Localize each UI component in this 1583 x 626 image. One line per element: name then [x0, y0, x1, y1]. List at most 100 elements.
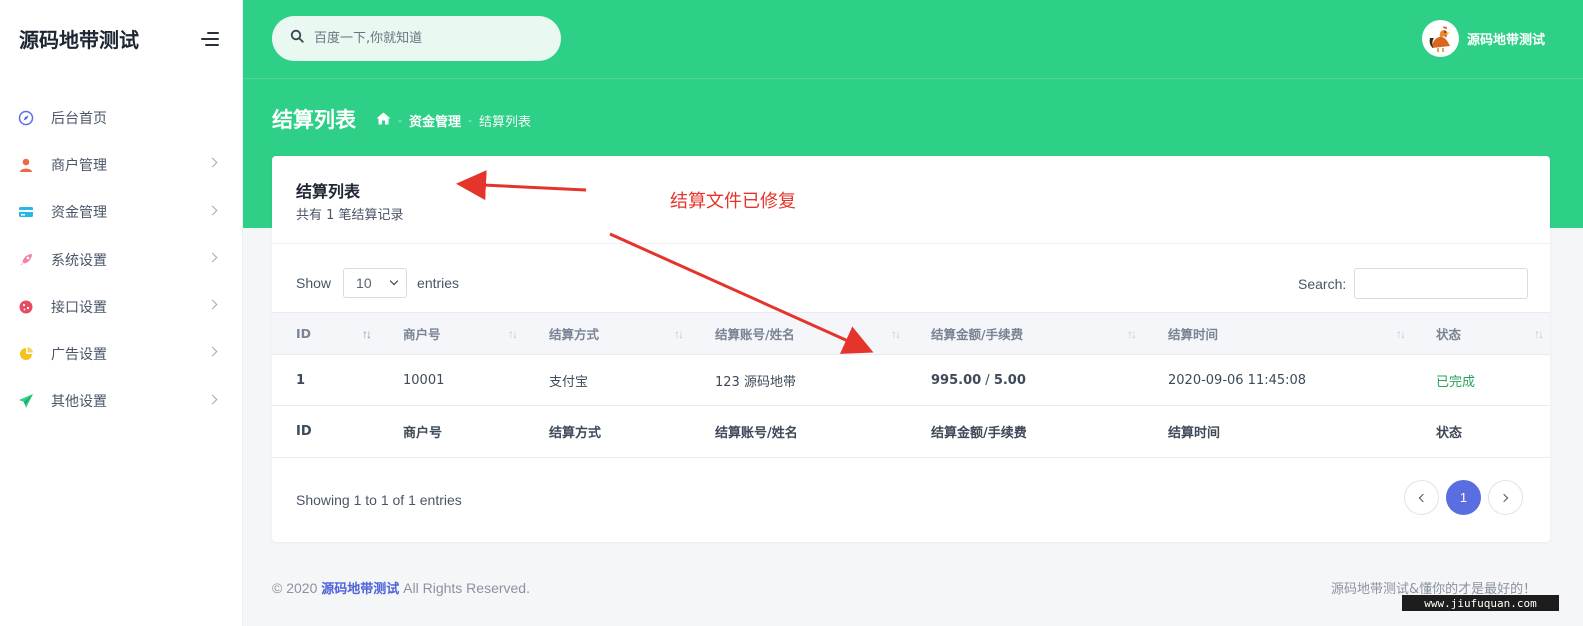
annotation-text: 结算文件已修复 — [670, 191, 796, 212]
menu-icon[interactable] — [199, 31, 219, 47]
page-button-1[interactable]: 1 — [1446, 480, 1481, 515]
cell-amount-fee: 995.00 / 5.00 — [931, 355, 1026, 405]
chevron-right-icon — [207, 157, 218, 168]
column-footer-method: 结算方式 — [549, 426, 602, 441]
record-count: 共有 1 笔结算记录 — [296, 208, 404, 223]
sort-icon[interactable]: ↑↓ — [362, 327, 372, 341]
sidebar-item-ad-settings[interactable]: 广告设置 — [0, 330, 243, 377]
page-title: 结算列表 — [272, 108, 356, 132]
breadcrumb: - 资金管理 - 结算列表 — [376, 111, 531, 130]
sort-icon[interactable]: ↑↓ — [674, 327, 684, 341]
home-icon[interactable] — [376, 112, 391, 129]
chevron-right-icon — [207, 394, 218, 405]
sidebar-item-api-settings[interactable]: 接口设置 — [0, 283, 243, 330]
breadcrumb-separator: - — [468, 114, 472, 127]
card-header: 结算列表 共有 1 笔结算记录 — [272, 156, 1550, 244]
sidebar-item-merchants[interactable]: 商户管理 — [0, 141, 243, 188]
amount-separator: / — [981, 372, 994, 388]
settlement-table: ID ↑↓ 商户号 ↑↓ 结算方式 ↑↓ 结算账号/姓名 ↑↓ 结算金额/手续费… — [272, 312, 1550, 458]
column-header-merchant[interactable]: 商户号 — [403, 313, 441, 354]
chevron-right-icon — [207, 347, 218, 357]
sidebar-item-label: 后台首页 — [51, 110, 107, 127]
avatar[interactable] — [1422, 20, 1459, 57]
column-footer-time: 结算时间 — [1168, 426, 1221, 441]
entries-label: entries — [417, 275, 460, 291]
user-menu[interactable]: 源码地带测试 — [1422, 20, 1545, 57]
cell-account: 123 源码地带 — [715, 374, 796, 390]
prev-page-button[interactable] — [1404, 480, 1439, 515]
footer-copyright: © 2020 源码地带测试 All Rights Reserved. — [272, 578, 530, 597]
search-input[interactable] — [314, 31, 534, 46]
sort-icon[interactable]: ↑↓ — [1534, 327, 1544, 341]
page-length-control: Show 10 entries — [296, 268, 459, 298]
page-length-select[interactable]: 10 — [343, 268, 408, 298]
sidebar-item-label: 其他设置 — [51, 394, 107, 411]
copyright-suffix: All Rights Reserved. — [403, 580, 530, 596]
column-header-id[interactable]: ID — [296, 313, 311, 354]
rocket-icon — [18, 252, 34, 268]
fee-value: 5.00 — [993, 372, 1026, 388]
table-search: Search: — [1298, 268, 1529, 299]
column-footer-merchant: 商户号 — [403, 426, 443, 441]
column-header-status[interactable]: 状态 — [1436, 313, 1461, 354]
sort-icon[interactable]: ↑↓ — [1127, 327, 1137, 341]
compass-icon — [18, 110, 34, 126]
sidebar-item-label: 接口设置 — [51, 299, 107, 316]
table-search-input[interactable] — [1354, 268, 1529, 299]
column-header-method[interactable]: 结算方式 — [549, 313, 599, 354]
cell-merchant: 10001 — [403, 372, 445, 388]
table-header-row: ID ↑↓ 商户号 ↑↓ 结算方式 ↑↓ 结算账号/姓名 ↑↓ 结算金额/手续费… — [272, 312, 1550, 355]
sidebar-nav: 后台首页 商户管理 资金管理 系统设置 接口设置 广告设置 其他设置 — [0, 94, 243, 425]
footer-brand-link[interactable]: 源码地带测试 — [321, 582, 399, 597]
breadcrumb-current: 结算列表 — [478, 115, 531, 130]
search-icon — [290, 29, 304, 48]
cell-time: 2020-09-06 11:45:08 — [1168, 372, 1307, 388]
cell-id: 1 — [296, 372, 306, 388]
sidebar-item-funds[interactable]: 资金管理 — [0, 189, 243, 236]
table-footer-row: ID 商户号 结算方式 结算账号/姓名 结算金额/手续费 结算时间 状态 — [272, 406, 1550, 458]
cookie-icon — [18, 299, 34, 315]
copyright-prefix: © 2020 — [272, 580, 318, 596]
pie-icon — [18, 346, 34, 362]
breadcrumb-separator: - — [398, 114, 402, 127]
watermark: www.jiufuquan.com — [1402, 595, 1559, 611]
brand-logo[interactable]: 源码地带测试 — [19, 24, 139, 53]
column-footer-status: 状态 — [1436, 426, 1463, 441]
sort-icon[interactable]: ↑↓ — [891, 327, 901, 341]
search-label: Search: — [1298, 275, 1347, 292]
status-badge: 已完成 — [1436, 374, 1476, 390]
next-page-button[interactable] — [1488, 480, 1523, 515]
send-icon — [18, 393, 34, 409]
sort-icon[interactable]: ↑↓ — [1396, 327, 1406, 341]
column-header-time[interactable]: 结算时间 — [1168, 313, 1218, 354]
column-header-account[interactable]: 结算账号/姓名 — [715, 313, 795, 354]
card-icon — [18, 204, 34, 220]
user-icon — [18, 157, 34, 173]
chevron-right-icon — [207, 299, 218, 310]
sidebar: 源码地带测试 后台首页 商户管理 资金管理 系统设置 接口设置 广告设置 其他设… — [0, 0, 243, 626]
sidebar-item-other-settings[interactable]: 其他设置 — [0, 378, 243, 425]
chevron-right-icon — [207, 252, 218, 263]
sidebar-item-system-settings[interactable]: 系统设置 — [0, 236, 243, 283]
chevron-down-icon — [389, 276, 399, 286]
page-length-value: 10 — [356, 275, 372, 291]
breadcrumb-link-funds[interactable]: 资金管理 — [409, 111, 461, 130]
header-divider — [243, 78, 1583, 79]
amount-value: 995.00 — [931, 372, 982, 388]
sidebar-item-label: 商户管理 — [51, 157, 107, 174]
sidebar-item-dashboard[interactable]: 后台首页 — [0, 94, 243, 141]
column-footer-amount: 结算金额/手续费 — [931, 426, 1027, 441]
column-footer-id: ID — [296, 424, 312, 439]
user-name[interactable]: 源码地带测试 — [1467, 29, 1545, 48]
table-row[interactable]: 1 10001 支付宝 123 源码地带 995.00 / 5.00 2020-… — [272, 355, 1550, 406]
chevron-left-icon — [1418, 493, 1428, 502]
sidebar-item-label: 资金管理 — [51, 205, 107, 222]
table-info: Showing 1 to 1 of 1 entries — [296, 492, 462, 508]
rooster-icon — [1429, 25, 1450, 52]
column-header-amount[interactable]: 结算金额/手续费 — [931, 313, 1023, 354]
global-search[interactable] — [272, 16, 561, 61]
card-title: 结算列表 — [296, 182, 361, 201]
sort-icon[interactable]: ↑↓ — [508, 327, 518, 341]
show-label: Show — [296, 275, 332, 291]
pagination: 1 — [1404, 480, 1530, 515]
